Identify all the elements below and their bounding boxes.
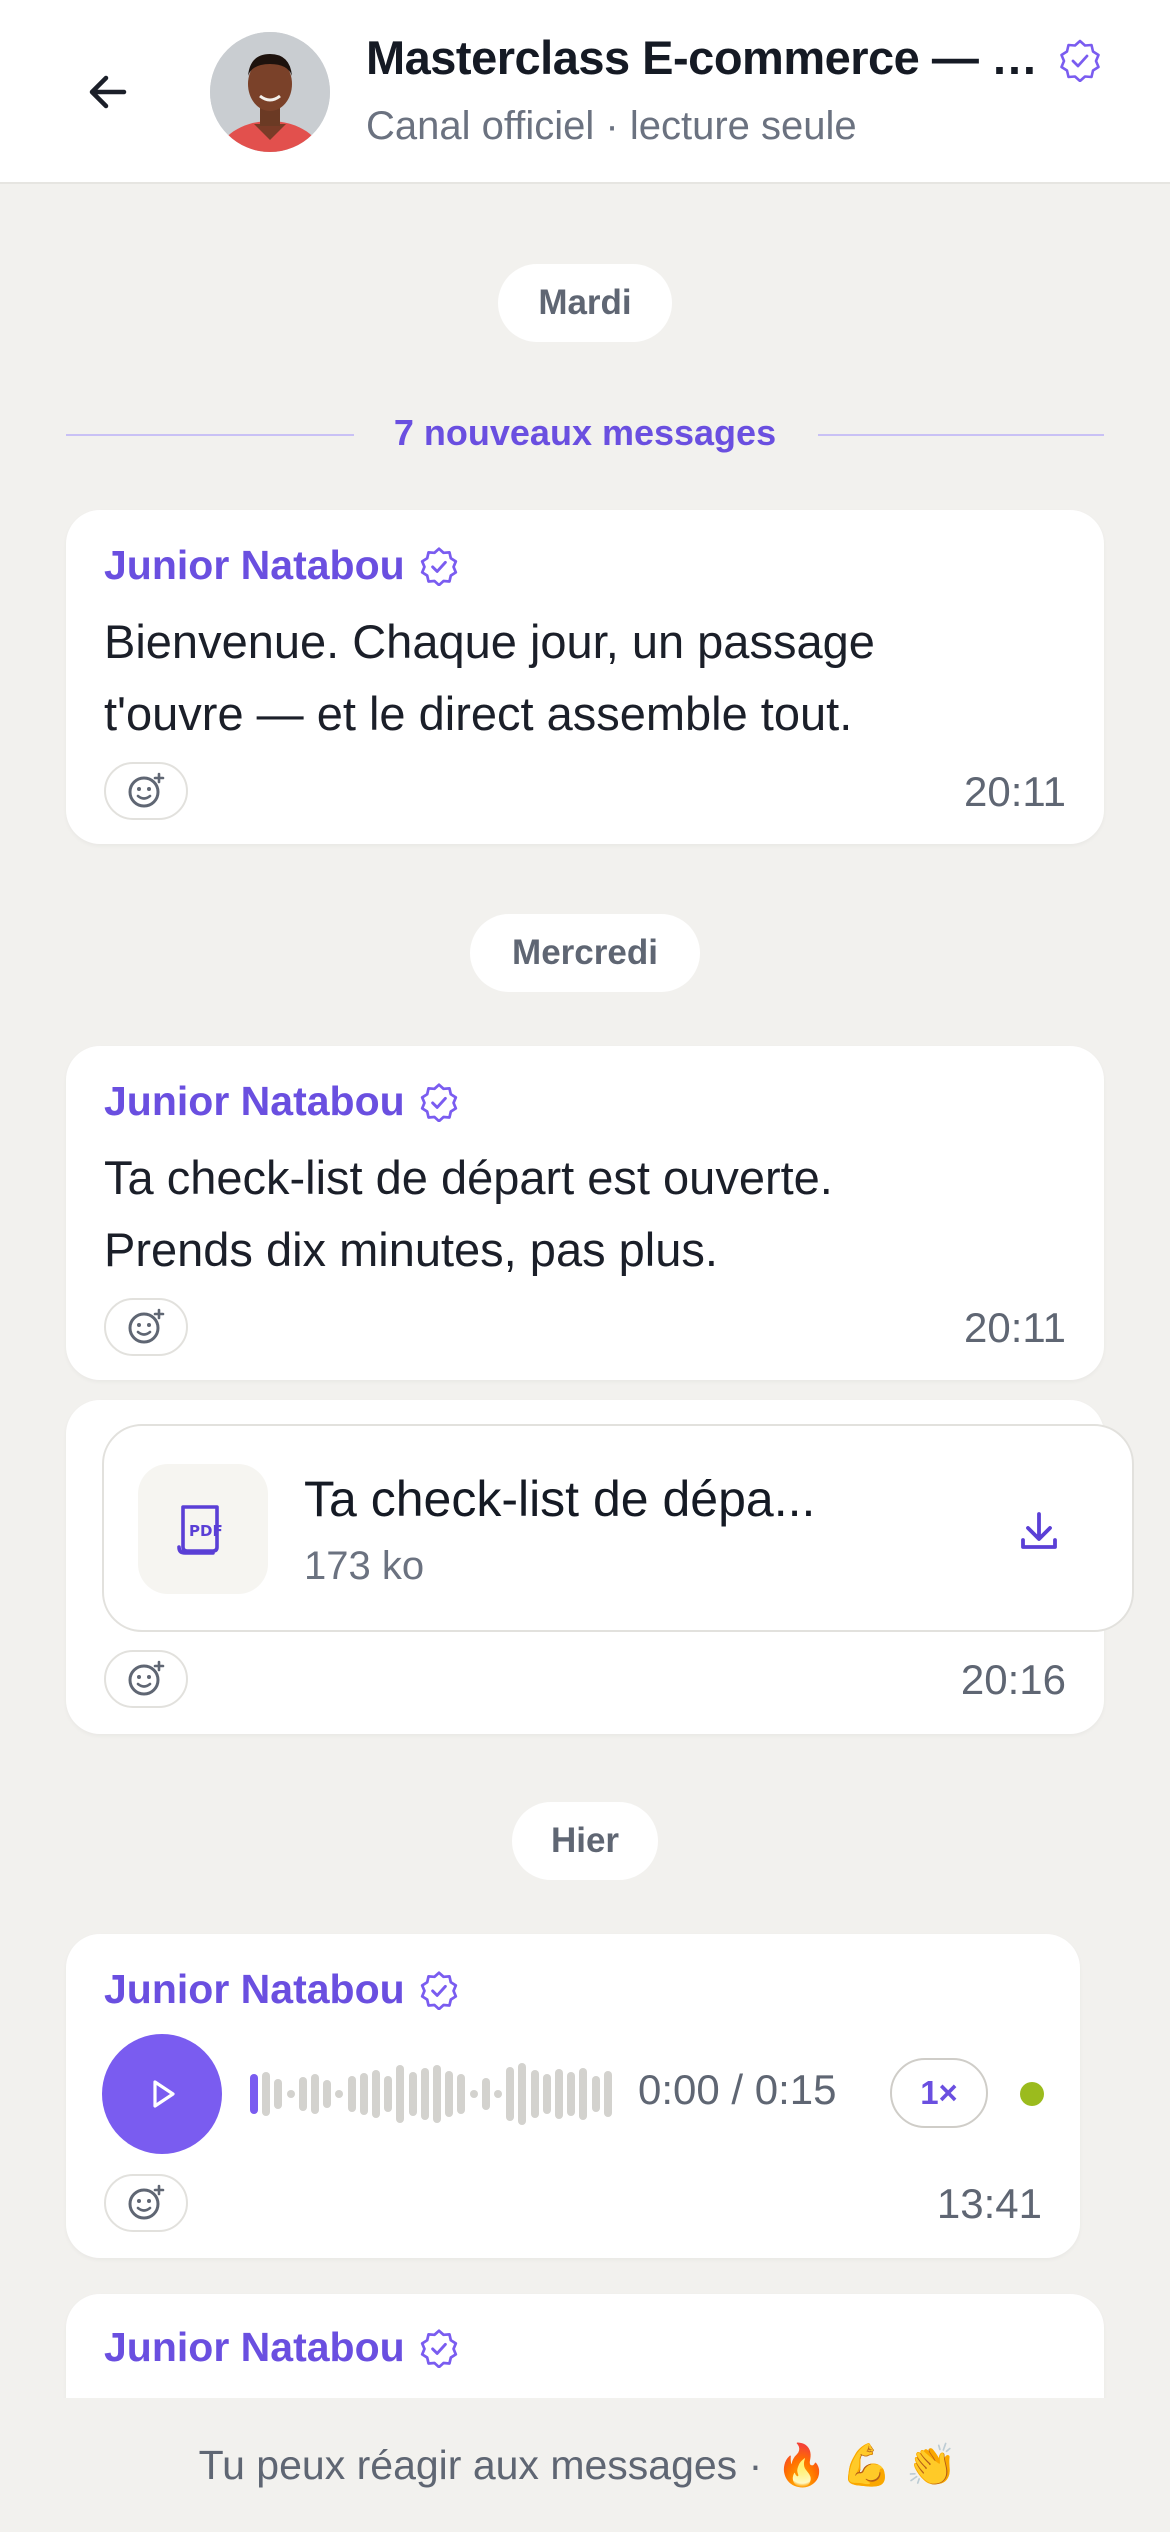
voice-waveform[interactable] — [250, 2052, 612, 2136]
day-separator-yesterday: Hier — [512, 1802, 658, 1880]
file-attachment[interactable]: PDF Ta check-list de dépa... 173 ko — [102, 1424, 1134, 1632]
waveform-dot — [494, 2090, 503, 2098]
waveform-bar — [323, 2080, 332, 2108]
waveform-bar — [347, 2076, 356, 2112]
add-reaction-button[interactable] — [104, 2174, 188, 2232]
message-line: Prends dix minutes, pas plus. — [104, 1223, 718, 1276]
file-size: 173 ko — [304, 1544, 425, 1588]
waveform-bar — [591, 2076, 600, 2112]
message-card[interactable]: Junior Natabou Bienvenue. Chaque jour, u… — [66, 510, 1104, 844]
add-reaction-icon — [128, 1660, 165, 1696]
waveform-dot — [286, 2090, 295, 2098]
download-icon — [1021, 1512, 1057, 1549]
message-time: 20:16 — [960, 1656, 1066, 1703]
waveform-bar — [433, 2065, 442, 2123]
waveform-dot — [469, 2090, 478, 2098]
message-text: Bienvenue. Chaque jour, un passage t'ouv… — [104, 606, 1066, 750]
message-author: Junior Natabou — [104, 1078, 459, 1125]
waveform-bar — [298, 2077, 307, 2111]
author-name: Junior Natabou — [104, 1078, 405, 1124]
message-time: 20:11 — [964, 768, 1066, 815]
waveform-bar — [445, 2071, 454, 2117]
waveform-bar — [457, 2074, 466, 2114]
channel-avatar[interactable] — [210, 32, 330, 152]
waveform-bar — [542, 2074, 551, 2114]
file-name: Ta check-list de dépa... — [304, 1471, 816, 1527]
waveform-bar — [408, 2072, 417, 2116]
play-button[interactable] — [102, 2034, 222, 2154]
add-reaction-button[interactable] — [104, 762, 188, 820]
verified-badge-icon — [420, 1082, 457, 1122]
message-author: Junior Natabou — [104, 1966, 459, 2013]
author-name: Junior Natabou — [104, 2324, 405, 2370]
message-line: Bienvenue. Chaque jour, un passage — [104, 615, 875, 668]
file-icon-container: PDF — [138, 1464, 268, 1594]
message-line: Ta check-list de départ est ouverte. — [104, 1151, 833, 1204]
waveform-bar — [372, 2070, 381, 2118]
message-time: 20:11 — [964, 1304, 1066, 1351]
reaction-emojis: 🔥💪👏 — [776, 2440, 972, 2489]
download-button[interactable] — [994, 1496, 1084, 1566]
back-button[interactable] — [62, 52, 154, 132]
waveform-bar — [518, 2063, 527, 2125]
footer-text: Tu peux réagir aux messages · — [198, 2441, 763, 2488]
verified-badge-icon — [420, 2328, 457, 2368]
waveform-playhead — [250, 2074, 258, 2114]
arrow-left-icon — [89, 75, 127, 109]
waveform-bar — [359, 2073, 368, 2115]
waveform-bar — [567, 2072, 576, 2116]
message-author: Junior Natabou — [104, 542, 459, 589]
message-text: Ta check-list de départ est ouverte. Pre… — [104, 1142, 1066, 1286]
play-icon — [153, 2080, 175, 2108]
waveform-bar — [274, 2079, 283, 2109]
waveform-bar — [311, 2074, 320, 2114]
pdf-file-icon: PDF — [177, 1505, 223, 1555]
waveform-bar — [506, 2067, 515, 2121]
voice-duration: 0:00 / 0:15 — [638, 2066, 837, 2113]
new-messages-divider: 7 nouveaux messages — [66, 410, 1104, 460]
add-reaction-icon — [128, 772, 165, 808]
message-line: t'ouvre — et le direct assemble tout. — [104, 687, 853, 740]
chat-header: Masterclass E-commerce — … Canal officie… — [0, 0, 1170, 184]
waveform-dot — [335, 2090, 344, 2098]
message-card-file[interactable]: PDF Ta check-list de dépa... 173 ko 20:1… — [66, 1400, 1134, 1734]
verified-badge-icon — [1060, 39, 1100, 82]
waveform-bar — [384, 2076, 393, 2112]
message-time: 13:41 — [936, 2180, 1042, 2227]
message-author: Junior Natabou — [104, 2324, 459, 2371]
divider-line-right — [818, 434, 1104, 436]
new-messages-label: 7 nouveaux messages — [393, 412, 777, 453]
verified-badge-icon — [420, 1970, 457, 2010]
svg-text:PDF: PDF — [189, 1522, 223, 1540]
add-reaction-button[interactable] — [104, 1298, 188, 1356]
add-reaction-icon — [128, 2184, 165, 2220]
waveform-bar — [262, 2072, 271, 2116]
author-name: Junior Natabou — [104, 542, 405, 588]
waveform-bar — [555, 2069, 564, 2119]
channel-title[interactable]: Masterclass E-commerce — … — [366, 30, 1046, 85]
waveform-bar — [579, 2068, 588, 2120]
channel-subtitle: Canal officiel · lecture seule — [366, 104, 857, 148]
message-card-voice[interactable]: Junior Natabou 0:00 / 0:15 1× 13:41 — [66, 1934, 1080, 2258]
author-name: Junior Natabou — [104, 1966, 405, 2012]
day-separator-tuesday: Mardi — [498, 264, 672, 342]
waveform-bar — [603, 2071, 612, 2117]
status-dot — [1020, 2082, 1044, 2106]
waveform-bar — [481, 2078, 490, 2110]
read-only-footer: Tu peux réagir aux messages · 🔥💪👏 — [0, 2398, 1170, 2532]
verified-badge-icon — [420, 546, 457, 586]
message-card[interactable]: Junior Natabou Ta check-list de départ e… — [66, 1046, 1104, 1380]
waveform-bar — [396, 2065, 405, 2123]
waveform-bar — [530, 2070, 539, 2118]
day-separator-wednesday: Mercredi — [470, 914, 700, 992]
add-reaction-button[interactable] — [104, 1650, 188, 1708]
playback-speed-button[interactable]: 1× — [890, 2058, 988, 2128]
waveform-bar — [420, 2068, 429, 2120]
add-reaction-icon — [128, 1308, 165, 1344]
